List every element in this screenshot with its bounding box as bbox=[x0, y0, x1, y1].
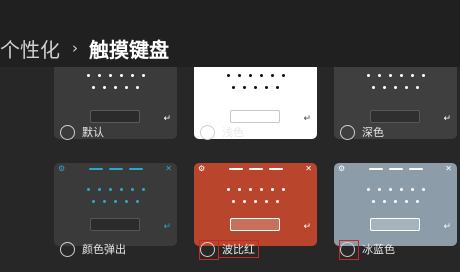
key-dots bbox=[54, 188, 177, 212]
highlight-box bbox=[339, 239, 359, 260]
theme-radio-default[interactable] bbox=[60, 124, 75, 140]
theme-option-default[interactable]: 默认 bbox=[60, 121, 104, 143]
enter-icon: ↵ bbox=[303, 114, 311, 124]
enter-icon: ↵ bbox=[163, 222, 171, 232]
theme-radio-dark[interactable] bbox=[340, 124, 355, 140]
theme-radio-color-pop[interactable] bbox=[60, 241, 75, 257]
key-dots bbox=[194, 74, 317, 98]
key-dots bbox=[194, 188, 317, 212]
enter-icon: ↵ bbox=[443, 222, 451, 232]
theme-label-scarlet: 波比红 bbox=[218, 240, 259, 258]
space-bar bbox=[370, 218, 420, 231]
theme-preview-scarlet[interactable]: ⚙ ✕ ↵ bbox=[194, 163, 317, 246]
close-icon: ✕ bbox=[445, 164, 452, 173]
theme-preview-color-pop[interactable]: ⚙ ✕ ↵ bbox=[54, 163, 177, 246]
titlebar-lines bbox=[194, 168, 317, 170]
close-icon: ✕ bbox=[165, 164, 172, 173]
theme-radio-light[interactable] bbox=[200, 124, 215, 140]
theme-option-dark[interactable]: 深色 bbox=[340, 121, 384, 143]
enter-icon: ↵ bbox=[303, 222, 311, 232]
titlebar-lines bbox=[334, 168, 457, 170]
space-bar bbox=[230, 218, 280, 231]
theme-label-ice-blue: 冰蓝色 bbox=[362, 243, 395, 256]
breadcrumb-personalization[interactable]: 个性化 bbox=[0, 34, 60, 63]
theme-label-dark: 深色 bbox=[362, 126, 384, 139]
chevron-right-icon: › bbox=[72, 38, 78, 57]
close-icon: ✕ bbox=[305, 164, 312, 173]
theme-option-ice-blue[interactable]: 冰蓝色 bbox=[339, 238, 395, 260]
titlebar-lines bbox=[54, 168, 177, 170]
highlight-box bbox=[199, 239, 219, 260]
key-dots bbox=[334, 188, 457, 212]
theme-option-scarlet[interactable]: 波比红 bbox=[199, 238, 259, 260]
theme-option-color-pop[interactable]: 颜色弹出 bbox=[60, 238, 126, 260]
key-dots bbox=[334, 74, 457, 98]
page-title: 触摸键盘 bbox=[89, 37, 169, 62]
theme-label-default: 默认 bbox=[82, 126, 104, 139]
enter-icon: ↵ bbox=[163, 114, 171, 124]
theme-gallery: ↵ 默认 ↵ 浅色 ↵ 深色 ⚙ ✕ ↵ 颜色弹出 ⚙ ✕ ↵ 波比红 ⚙ ✕ ↵ 冰蓝色 bbox=[0, 67, 460, 272]
theme-label-color-pop: 颜色弹出 bbox=[82, 243, 126, 256]
theme-preview-ice-blue[interactable]: ⚙ ✕ ↵ bbox=[334, 163, 457, 246]
key-dots bbox=[54, 74, 177, 98]
breadcrumb: 个性化 › 触摸键盘 bbox=[0, 28, 169, 68]
enter-icon: ↵ bbox=[443, 114, 451, 124]
theme-option-light[interactable]: 浅色 bbox=[200, 121, 244, 143]
space-bar bbox=[90, 218, 140, 231]
theme-label-light: 浅色 bbox=[222, 126, 244, 139]
